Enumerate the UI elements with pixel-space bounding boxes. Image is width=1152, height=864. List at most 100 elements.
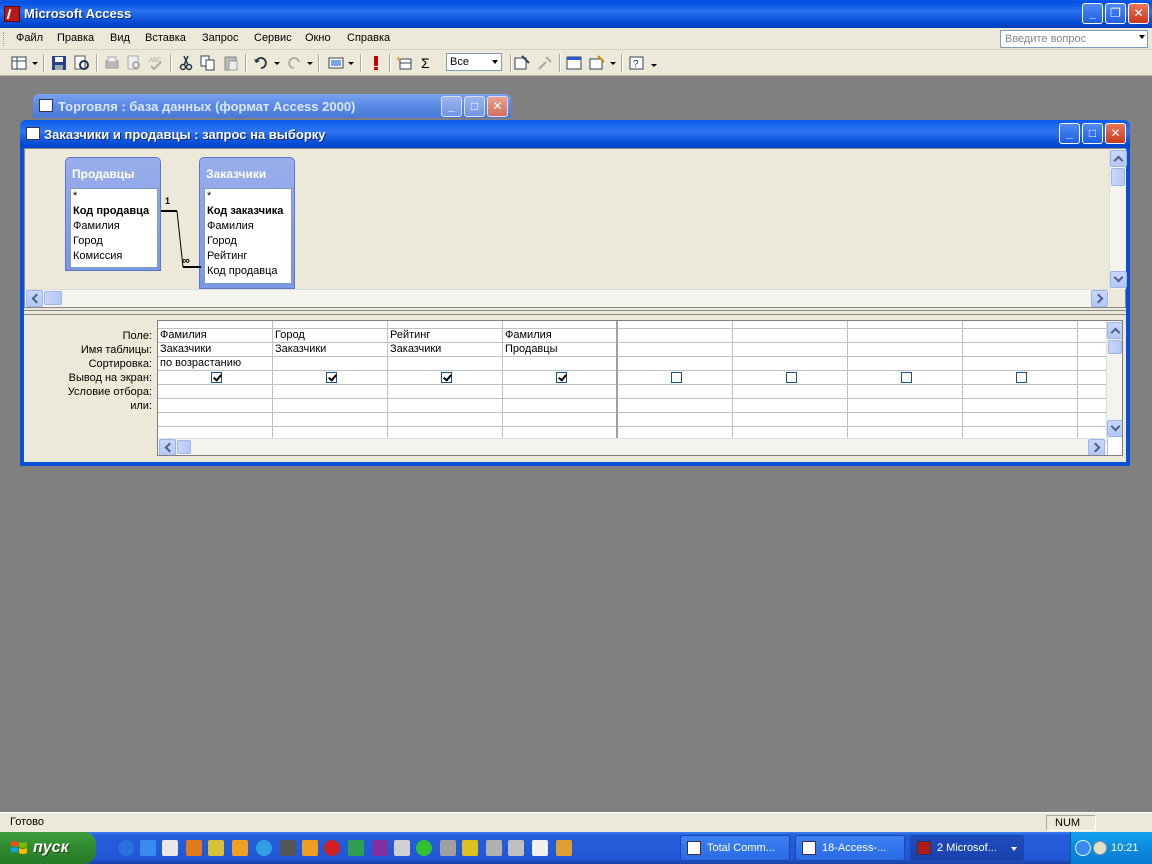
grid-column-7[interactable] bbox=[848, 321, 963, 455]
scroll-right-icon[interactable] bbox=[1088, 439, 1105, 455]
sort-cell[interactable] bbox=[1078, 357, 1107, 371]
criteria-cell[interactable] bbox=[388, 385, 502, 399]
language-icon[interactable] bbox=[1093, 841, 1107, 855]
extra-cell[interactable] bbox=[273, 413, 387, 427]
menu-edit[interactable]: Правка bbox=[57, 32, 94, 44]
field-item-key[interactable]: Код продавца bbox=[71, 204, 157, 219]
winamp-icon[interactable] bbox=[302, 840, 318, 856]
sort-cell[interactable] bbox=[503, 357, 616, 371]
show-table-icon[interactable]: + bbox=[395, 54, 413, 72]
diagram-horizontal-scrollbar[interactable] bbox=[25, 289, 1109, 307]
sort-cell[interactable] bbox=[618, 357, 732, 371]
grid-column-partial[interactable] bbox=[1078, 321, 1108, 455]
field-item[interactable]: Код продавца bbox=[205, 264, 291, 279]
or-cell[interactable] bbox=[733, 399, 847, 413]
grid-column-4[interactable]: Фамилия Продавцы bbox=[503, 321, 618, 455]
pane-splitter[interactable] bbox=[24, 310, 1126, 315]
criteria-cell[interactable] bbox=[503, 385, 616, 399]
scroll-left-icon[interactable] bbox=[159, 439, 176, 455]
menu-grip[interactable] bbox=[3, 32, 6, 46]
show-checkbox[interactable] bbox=[671, 372, 682, 383]
build-icon[interactable] bbox=[536, 54, 554, 72]
field-cell[interactable] bbox=[733, 329, 847, 343]
sort-cell[interactable] bbox=[848, 357, 962, 371]
extra-cell[interactable] bbox=[158, 413, 272, 427]
table-cell[interactable]: Заказчики bbox=[273, 343, 387, 357]
extra-cell[interactable] bbox=[1078, 413, 1107, 427]
table-cell[interactable]: Продавцы bbox=[503, 343, 616, 357]
column-selector[interactable] bbox=[618, 321, 732, 329]
run-icon[interactable] bbox=[367, 54, 385, 72]
column-selector[interactable] bbox=[848, 321, 962, 329]
query-close-button[interactable]: ✕ bbox=[1105, 123, 1126, 144]
grid-column-8[interactable] bbox=[963, 321, 1078, 455]
or-cell[interactable] bbox=[848, 399, 962, 413]
show-checkbox[interactable] bbox=[1016, 372, 1027, 383]
scroll-thumb[interactable] bbox=[1111, 168, 1125, 186]
spelling-icon[interactable]: ABC bbox=[147, 54, 165, 72]
menu-window[interactable]: Окно bbox=[305, 32, 331, 44]
or-cell[interactable] bbox=[963, 399, 1077, 413]
cut-icon[interactable] bbox=[177, 54, 195, 72]
menu-view[interactable]: Вид bbox=[110, 32, 130, 44]
table-cell[interactable] bbox=[848, 343, 962, 357]
query-minimize-button[interactable]: _ bbox=[1059, 123, 1080, 144]
or-cell[interactable] bbox=[388, 399, 502, 413]
trophy-icon[interactable] bbox=[556, 840, 572, 856]
field-item[interactable]: Комиссия bbox=[71, 249, 157, 264]
new-object-icon[interactable] bbox=[588, 54, 606, 72]
print-preview-icon[interactable] bbox=[125, 54, 143, 72]
paste-icon[interactable] bbox=[222, 54, 240, 72]
show-checkbox[interactable] bbox=[901, 372, 912, 383]
field-item[interactable]: * bbox=[71, 189, 157, 204]
sort-cell[interactable] bbox=[963, 357, 1077, 371]
column-selector[interactable] bbox=[1078, 321, 1107, 329]
copy-icon[interactable] bbox=[199, 54, 217, 72]
scroll-down-icon[interactable] bbox=[1110, 271, 1127, 288]
task-word-document[interactable]: 18-Access-... bbox=[795, 835, 905, 861]
diagram-vertical-scrollbar[interactable] bbox=[1109, 149, 1127, 289]
grid-column-2[interactable]: Город Заказчики bbox=[273, 321, 388, 455]
show-checkbox[interactable] bbox=[326, 372, 337, 383]
field-item[interactable]: * bbox=[205, 189, 291, 204]
scroll-left-icon[interactable] bbox=[26, 290, 43, 307]
extra-cell[interactable] bbox=[733, 413, 847, 427]
criteria-cell[interactable] bbox=[273, 385, 387, 399]
grid-column-3[interactable]: Рейтинг Заказчики bbox=[388, 321, 503, 455]
field-item[interactable]: Фамилия bbox=[205, 219, 291, 234]
table-sellers-field-list[interactable]: * Код продавца Фамилия Город Комиссия bbox=[70, 188, 158, 268]
show-checkbox[interactable] bbox=[441, 372, 452, 383]
table-cell[interactable]: Заказчики bbox=[388, 343, 502, 357]
access-app-icon[interactable] bbox=[4, 6, 20, 22]
new-object-dropdown-icon[interactable] bbox=[610, 62, 616, 65]
column-selector[interactable] bbox=[388, 321, 502, 329]
db-minimize-button[interactable]: _ bbox=[441, 96, 462, 117]
field-cell[interactable]: Рейтинг bbox=[388, 329, 502, 343]
or-cell[interactable] bbox=[273, 399, 387, 413]
or-cell[interactable] bbox=[618, 399, 732, 413]
query-window-title-bar[interactable]: Заказчики и продавцы : запрос на выборку… bbox=[20, 120, 1130, 148]
minimize-button[interactable]: _ bbox=[1082, 3, 1103, 24]
show-checkbox[interactable] bbox=[556, 372, 567, 383]
archive-icon[interactable] bbox=[348, 840, 364, 856]
print-icon[interactable] bbox=[103, 54, 121, 72]
field-item-key[interactable]: Код заказчика bbox=[205, 204, 291, 219]
airplane-icon[interactable] bbox=[232, 840, 248, 856]
help-question-input[interactable]: Введите вопрос bbox=[1000, 30, 1148, 48]
scroll-right-icon[interactable] bbox=[1091, 290, 1108, 307]
menu-tools[interactable]: Сервис bbox=[254, 32, 292, 44]
restore-button[interactable]: ❐ bbox=[1105, 3, 1126, 24]
task-total-commander[interactable]: Total Comm... bbox=[680, 835, 790, 861]
toolbar-options-dropdown-icon[interactable] bbox=[651, 64, 657, 67]
chevron-down-icon[interactable] bbox=[492, 60, 498, 64]
field-cell[interactable] bbox=[1078, 329, 1107, 343]
scroll-thumb[interactable] bbox=[1108, 340, 1122, 354]
table-sellers[interactable]: Продавцы * Код продавца Фамилия Город Ко… bbox=[65, 157, 161, 271]
column-selector[interactable] bbox=[963, 321, 1077, 329]
menu-insert[interactable]: Вставка bbox=[145, 32, 186, 44]
query-type-dropdown-icon[interactable] bbox=[348, 62, 354, 65]
grid-column-6[interactable] bbox=[733, 321, 848, 455]
column-selector[interactable] bbox=[158, 321, 272, 329]
chevron-down-icon[interactable] bbox=[1011, 847, 1017, 851]
close-button[interactable]: ✕ bbox=[1128, 3, 1149, 24]
